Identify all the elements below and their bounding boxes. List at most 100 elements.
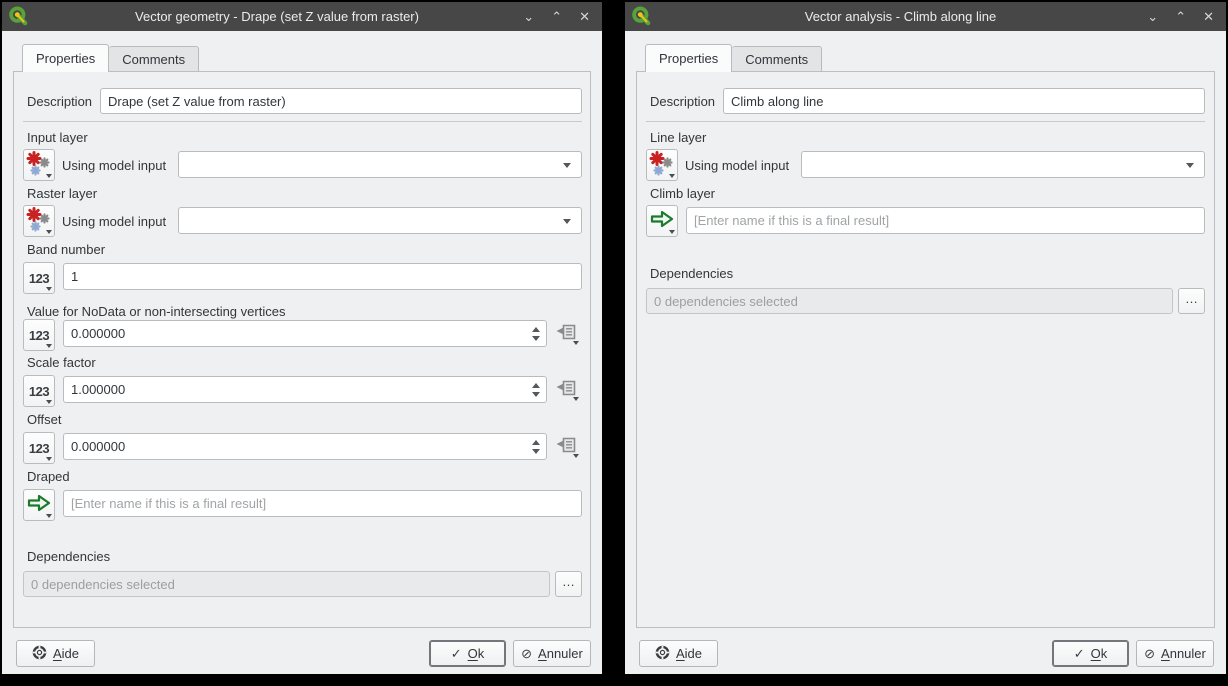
close-icon[interactable]: ✕ bbox=[1203, 10, 1214, 23]
titlebar[interactable]: Vector analysis - Climb along line ⌄ ⌃ ✕ bbox=[625, 2, 1226, 31]
chevron-down-icon bbox=[46, 287, 52, 291]
offset-spinbox-input[interactable] bbox=[64, 434, 526, 459]
tab-properties[interactable]: Properties bbox=[22, 44, 109, 72]
offset-spinbox[interactable] bbox=[63, 433, 547, 460]
dependencies-field bbox=[23, 571, 550, 597]
numeric-123-icon: 123 bbox=[29, 384, 49, 399]
chevron-down-icon bbox=[573, 397, 579, 401]
window-title: Vector geometry - Drape (set Z value fro… bbox=[42, 9, 512, 24]
dependencies-more-button[interactable]: … bbox=[1178, 288, 1205, 314]
using-model-input-label: Using model input bbox=[62, 158, 166, 173]
data-defined-override-button[interactable] bbox=[553, 322, 581, 347]
offset-label: Offset bbox=[27, 412, 61, 427]
input-layer-combobox[interactable] bbox=[178, 151, 582, 178]
help-button[interactable]: Aide bbox=[16, 640, 95, 667]
chevron-down-icon bbox=[46, 457, 52, 461]
using-model-input-label: Using model input bbox=[62, 214, 166, 229]
dependencies-label: Dependencies bbox=[650, 266, 733, 281]
description-label: Description bbox=[650, 94, 715, 109]
output-options-button[interactable] bbox=[23, 489, 55, 521]
help-button[interactable]: Aide bbox=[639, 640, 718, 667]
nodata-spinbox-input[interactable] bbox=[64, 321, 526, 346]
chevron-down-icon bbox=[573, 341, 579, 345]
line-layer-combobox[interactable] bbox=[801, 151, 1205, 178]
chevron-down-icon bbox=[46, 400, 52, 404]
climb-dialog-window: Vector analysis - Climb along line ⌄ ⌃ ✕… bbox=[625, 2, 1226, 674]
qgis-logo-icon bbox=[8, 6, 28, 26]
chevron-down-icon bbox=[669, 174, 675, 178]
nodata-spinbox[interactable] bbox=[63, 320, 547, 347]
value-type-button[interactable]: 123 bbox=[23, 432, 55, 464]
help-icon bbox=[32, 645, 47, 663]
dependencies-more-button[interactable]: … bbox=[555, 571, 582, 597]
spin-down-icon[interactable] bbox=[532, 449, 540, 454]
draped-output-input[interactable] bbox=[63, 490, 582, 517]
input-layer-label: Input layer bbox=[27, 130, 88, 145]
model-input-source-button[interactable] bbox=[23, 149, 55, 181]
shade-icon[interactable]: ⌄ bbox=[1147, 10, 1158, 23]
spin-up-icon[interactable] bbox=[532, 383, 540, 388]
spinner-arrows[interactable] bbox=[526, 321, 546, 346]
data-defined-override-button[interactable] bbox=[553, 435, 581, 460]
value-type-button[interactable]: 123 bbox=[23, 375, 55, 407]
shade-icon[interactable]: ⌄ bbox=[523, 10, 534, 23]
data-defined-override-button[interactable] bbox=[553, 378, 581, 403]
description-input[interactable] bbox=[100, 88, 582, 114]
numeric-123-icon: 123 bbox=[29, 271, 49, 286]
ok-button[interactable]: ✓ Ok bbox=[429, 640, 506, 667]
draped-label: Draped bbox=[27, 469, 70, 484]
scale-factor-spinbox-input[interactable] bbox=[64, 377, 526, 402]
raster-layer-label: Raster layer bbox=[27, 186, 97, 201]
qgis-logo-icon bbox=[631, 6, 651, 26]
spinner-arrows[interactable] bbox=[526, 377, 546, 402]
chevron-down-icon bbox=[46, 344, 52, 348]
climb-layer-label: Climb layer bbox=[650, 186, 715, 201]
spin-down-icon[interactable] bbox=[532, 336, 540, 341]
model-input-source-button[interactable] bbox=[646, 149, 678, 181]
value-type-button[interactable]: 123 bbox=[23, 262, 55, 294]
spinner-arrows[interactable] bbox=[526, 434, 546, 459]
chevron-down-icon bbox=[46, 514, 52, 518]
tab-properties[interactable]: Properties bbox=[645, 44, 732, 72]
close-icon[interactable]: ✕ bbox=[579, 10, 590, 23]
tab-bar: Properties Comments bbox=[645, 44, 822, 72]
dependencies-label: Dependencies bbox=[27, 549, 110, 564]
tab-bar: Properties Comments bbox=[22, 44, 199, 72]
drape-dialog-window: Vector geometry - Drape (set Z value fro… bbox=[2, 2, 602, 674]
output-options-button[interactable] bbox=[646, 205, 678, 237]
separator bbox=[646, 121, 1205, 122]
cancel-icon: ⊘ bbox=[1144, 646, 1155, 662]
cancel-button[interactable]: ⊘ Annuler bbox=[1136, 640, 1214, 667]
chevron-down-icon bbox=[46, 230, 52, 234]
check-icon: ✓ bbox=[451, 646, 462, 662]
tab-comments[interactable]: Comments bbox=[732, 46, 822, 71]
dependencies-field bbox=[646, 288, 1173, 314]
value-type-button[interactable]: 123 bbox=[23, 319, 55, 351]
ok-button[interactable]: ✓ Ok bbox=[1052, 640, 1129, 667]
help-icon bbox=[655, 645, 670, 663]
cancel-button[interactable]: ⊘ Annuler bbox=[513, 640, 591, 667]
maximize-icon[interactable]: ⌃ bbox=[551, 10, 562, 23]
spin-down-icon[interactable] bbox=[532, 392, 540, 397]
climb-output-input[interactable] bbox=[686, 207, 1205, 234]
chevron-down-icon bbox=[563, 219, 571, 224]
numeric-123-icon: 123 bbox=[29, 328, 49, 343]
chevron-down-icon bbox=[563, 163, 571, 168]
tab-comments[interactable]: Comments bbox=[109, 46, 199, 71]
description-input[interactable] bbox=[723, 88, 1205, 114]
chevron-down-icon bbox=[1186, 163, 1194, 168]
titlebar[interactable]: Vector geometry - Drape (set Z value fro… bbox=[2, 2, 602, 31]
chevron-down-icon bbox=[669, 230, 675, 234]
chevron-down-icon bbox=[573, 454, 579, 458]
maximize-icon[interactable]: ⌃ bbox=[1175, 10, 1186, 23]
band-number-input[interactable] bbox=[63, 263, 582, 290]
numeric-123-icon: 123 bbox=[29, 441, 49, 456]
spin-up-icon[interactable] bbox=[532, 440, 540, 445]
scale-factor-spinbox[interactable] bbox=[63, 376, 547, 403]
description-label: Description bbox=[27, 94, 92, 109]
raster-layer-combobox[interactable] bbox=[178, 207, 582, 234]
check-icon: ✓ bbox=[1074, 646, 1085, 662]
spin-up-icon[interactable] bbox=[532, 327, 540, 332]
separator bbox=[23, 121, 582, 122]
model-input-source-button[interactable] bbox=[23, 205, 55, 237]
